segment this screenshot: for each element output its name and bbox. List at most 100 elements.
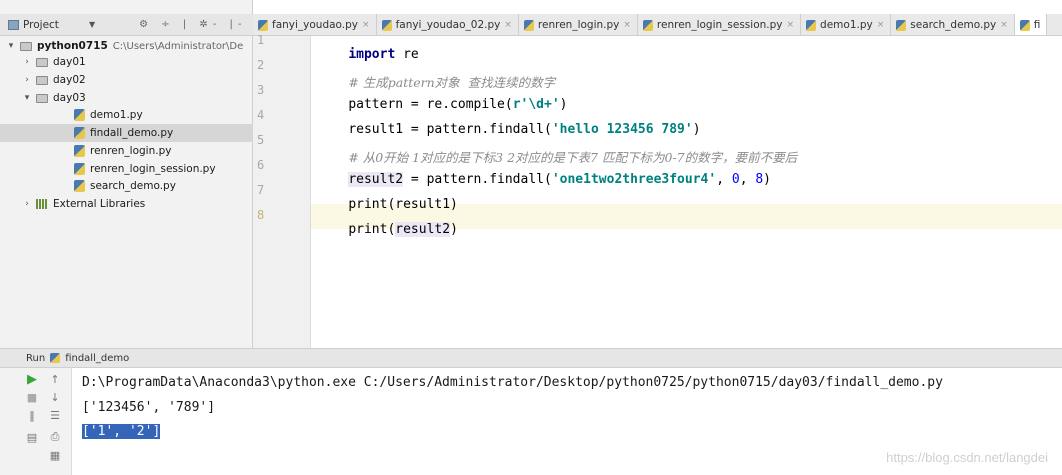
number-literal: 8: [755, 172, 764, 187]
line-number: 1: [257, 33, 265, 47]
pause-icon[interactable]: ‖: [25, 408, 39, 422]
console-line-selected[interactable]: ['1', '2']: [82, 424, 161, 439]
project-panel: Project ▼ ⚙ ÷ | ✲- |- ▾ python0715 C:\Us…: [0, 0, 253, 348]
string-literal: 'one1two2three3four4': [551, 172, 717, 187]
python-file-icon: [74, 109, 85, 121]
close-icon[interactable]: ×: [787, 20, 795, 30]
folder-icon: [20, 41, 32, 51]
console-line: ['123456', '789']: [82, 400, 216, 415]
tab-search-demo[interactable]: search_demo.py ×: [891, 14, 1015, 35]
python-file-icon: [50, 353, 61, 363]
project-panel-header[interactable]: Project ▼ ⚙ ÷ | ✲- |-: [0, 14, 253, 36]
tree-item-label: renren_login.py: [90, 145, 172, 157]
code-line-8[interactable]: print(result2): [317, 207, 458, 252]
clear-icon[interactable]: ▦: [48, 448, 62, 462]
tab-renren-login-session[interactable]: renren_login_session.py ×: [638, 14, 802, 35]
print-icon[interactable]: ⎙: [48, 430, 62, 444]
restore-layout-icon[interactable]: ▤: [25, 430, 39, 444]
library-icon: [36, 199, 48, 209]
tree-item-day01[interactable]: › day01: [0, 53, 253, 71]
stop-icon[interactable]: ■: [25, 390, 39, 404]
close-icon[interactable]: ×: [1000, 20, 1008, 30]
python-file-icon: [523, 19, 534, 31]
code-text: ): [450, 222, 458, 237]
tree-item-day03[interactable]: ▾ day03: [0, 89, 253, 107]
python-file-icon: [74, 145, 85, 157]
tab-label: demo1.py: [820, 19, 873, 31]
project-icon: [8, 19, 19, 30]
tree-item-external-libraries[interactable]: › External Libraries: [0, 195, 253, 213]
close-icon[interactable]: ×: [877, 20, 885, 30]
tree-item-search-demo[interactable]: search_demo.py: [0, 177, 253, 195]
chevron-down-icon[interactable]: ▼: [89, 20, 95, 29]
tree-item-label: day01: [53, 56, 86, 68]
tree-item-renren-login[interactable]: renren_login.py: [0, 142, 253, 160]
line-number: 4: [257, 108, 265, 122]
tree-item-label: python0715: [37, 40, 108, 52]
python-file-icon: [74, 180, 85, 192]
tree-item-demo1[interactable]: demo1.py: [0, 106, 253, 124]
tab-label: fanyi_youdao.py: [272, 19, 359, 31]
close-icon[interactable]: ×: [623, 20, 631, 30]
tab-label: search_demo.py: [910, 19, 997, 31]
run-panel-header[interactable]: Run findall_demo: [0, 348, 1062, 368]
tree-item-label: demo1.py: [90, 109, 143, 121]
tree-item-label: findall_demo.py: [90, 127, 174, 139]
python-file-icon: [642, 19, 653, 31]
expand-arrow-icon[interactable]: ▾: [6, 41, 16, 51]
folder-icon: [36, 57, 48, 67]
number-literal: 0: [731, 172, 740, 187]
console-line: D:\ProgramData\Anaconda3\python.exe C:/U…: [82, 375, 943, 390]
tree-item-label: renren_login_session.py: [90, 163, 216, 175]
python-file-icon: [258, 19, 268, 31]
panel-tools-icon[interactable]: ⚙ ÷ | ✲- |-: [139, 19, 246, 30]
tree-item-day02[interactable]: › day02: [0, 71, 253, 89]
python-file-icon: [896, 19, 907, 31]
folder-icon: [36, 93, 48, 103]
python-file-icon: [381, 19, 392, 31]
scroll-up-icon[interactable]: ↑: [48, 372, 62, 386]
tab-renren-login[interactable]: renren_login.py ×: [519, 14, 638, 35]
project-panel-title: Project: [23, 18, 59, 31]
tree-item-renren-login-session[interactable]: renren_login_session.py: [0, 160, 253, 178]
collapse-arrow-icon[interactable]: ›: [22, 199, 32, 209]
line-number: 3: [257, 83, 265, 97]
run-toolbar: ▶ ↑ ■ ↓ ‖ ☰ ▤ ⎙ ▦: [0, 368, 72, 475]
code-text: ,: [716, 172, 732, 187]
python-file-icon: [806, 19, 817, 31]
watermark: https://blog.csdn.net/langdei: [886, 450, 1048, 465]
rerun-icon[interactable]: ▶: [25, 372, 39, 387]
python-file-icon: [1019, 19, 1030, 31]
line-number: 6: [257, 158, 265, 172]
soft-wrap-icon[interactable]: ☰: [48, 408, 62, 422]
line-number: 5: [257, 133, 265, 147]
scroll-down-icon[interactable]: ↓: [48, 390, 62, 404]
python-file-icon: [74, 163, 85, 175]
tab-demo1[interactable]: demo1.py ×: [801, 14, 892, 35]
tree-item-label: External Libraries: [53, 198, 146, 210]
code-text: ,: [739, 172, 756, 187]
variable-highlight: result2: [395, 222, 451, 237]
tree-item-label: day02: [53, 74, 86, 86]
tree-item-label: day03: [53, 92, 86, 104]
expand-arrow-icon[interactable]: ▾: [22, 93, 32, 103]
tab-label: fi: [1033, 19, 1041, 31]
tab-findall-demo[interactable]: fi: [1014, 14, 1048, 35]
python-file-icon: [74, 127, 85, 139]
folder-icon: [36, 75, 48, 85]
tab-label: renren_login_session.py: [656, 19, 783, 31]
line-number: 7: [257, 183, 265, 197]
tab-label: renren_login.py: [537, 19, 620, 31]
run-panel-title: Run: [26, 352, 46, 364]
collapse-arrow-icon[interactable]: ›: [22, 75, 32, 85]
collapse-arrow-icon[interactable]: ›: [22, 57, 32, 67]
close-icon[interactable]: ×: [504, 20, 512, 30]
code-editor[interactable]: 1 2 3 4 5 6 7 8 import re # 生成pattern对象 …: [253, 33, 1062, 348]
tree-item-findall-demo[interactable]: findall_demo.py: [0, 124, 253, 142]
run-config-name: findall_demo: [65, 352, 130, 364]
code-text: print(: [348, 222, 396, 237]
tab-label: fanyi_youdao_02.py: [395, 19, 501, 31]
line-number: 2: [257, 58, 265, 72]
close-icon[interactable]: ×: [362, 20, 370, 30]
line-number: 8: [257, 208, 265, 222]
